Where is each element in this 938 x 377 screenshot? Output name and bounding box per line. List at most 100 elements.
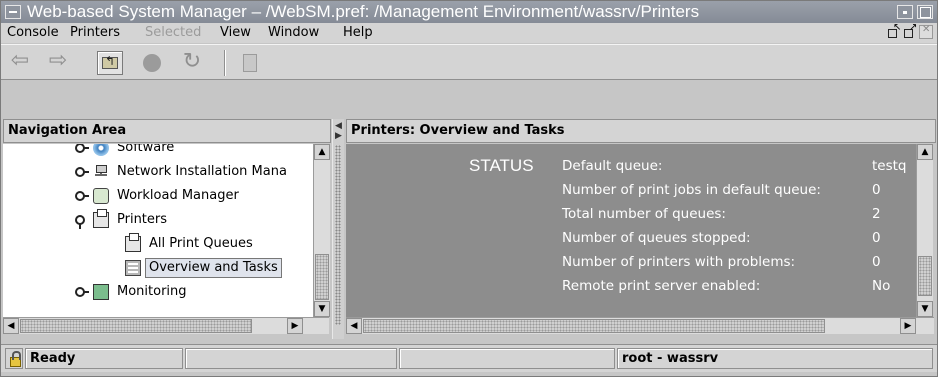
scroll-up-button[interactable]: ▲ — [917, 144, 933, 160]
tree-node-label: Printers — [117, 212, 168, 227]
scroll-thumb[interactable] — [315, 254, 329, 300]
scroll-thumb[interactable] — [918, 256, 932, 296]
status-value: testq — [872, 158, 907, 174]
expand-icon[interactable] — [75, 191, 89, 201]
tree-node-software[interactable]: Software — [3, 144, 311, 159]
workload-manager-icon — [93, 188, 109, 204]
printer-icon — [93, 209, 109, 228]
up-level-button[interactable] — [97, 51, 123, 75]
navigation-vertical-scrollbar[interactable]: ▲ ▼ — [313, 144, 330, 317]
status-key: Number of queues stopped: — [562, 230, 751, 246]
expand-icon[interactable] — [75, 287, 89, 297]
tree-node-workload-manager[interactable]: Workload Manager — [3, 185, 311, 207]
menu-selected[interactable]: Selected — [145, 25, 201, 40]
scroll-down-button[interactable]: ▼ — [314, 301, 330, 317]
scroll-right-button[interactable]: ▶ — [900, 318, 916, 334]
toolbar: ⇦ ⇨ ↻ — [1, 44, 937, 80]
right-arrow-icon: ⇨ — [48, 48, 68, 73]
status-key: Remote print server enabled: — [562, 278, 761, 294]
user-host-label: root - wassrv — [617, 348, 933, 369]
menu-window[interactable]: Window — [268, 25, 319, 40]
splitter-grip[interactable] — [335, 145, 341, 325]
tree-node-monitoring[interactable]: Monitoring — [3, 281, 311, 303]
websm-window: Web-based System Manager – /WebSM.pref: … — [0, 0, 938, 377]
tree-node-label: Monitoring — [117, 284, 187, 299]
tree-node-label-selected: Overview and Tasks — [145, 258, 282, 278]
scroll-left-button[interactable]: ◀ — [3, 318, 19, 334]
status-field-empty-2 — [399, 348, 615, 369]
tile-right-icon[interactable] — [903, 22, 917, 39]
status-key: Number of print jobs in default queue: — [562, 182, 821, 198]
properties-icon — [243, 54, 257, 72]
tile-left-icon[interactable] — [887, 22, 901, 39]
forward-button[interactable]: ⇨ — [45, 48, 71, 75]
toolbar-separator — [224, 50, 226, 76]
lock-icon — [5, 348, 23, 369]
scroll-thumb[interactable] — [20, 319, 252, 333]
window-menu-icon[interactable] — [5, 5, 21, 19]
status-text: Ready — [25, 348, 183, 369]
status-row: Total number of queues: 2 — [562, 203, 912, 225]
menu-bar: Console Printers Selected View Window He… — [1, 22, 937, 43]
status-row: Number of printers with problems: 0 — [562, 251, 912, 273]
window-title: Web-based System Manager – /WebSM.pref: … — [27, 2, 700, 21]
collapse-icon[interactable] — [75, 215, 85, 229]
title-bar[interactable]: Web-based System Manager – /WebSM.pref: … — [1, 1, 937, 23]
tree-node-overview-and-tasks[interactable]: Overview and Tasks — [3, 257, 311, 279]
menu-printers[interactable]: Printers — [70, 25, 120, 40]
folder-up-icon — [102, 54, 118, 69]
status-key: Default queue: — [562, 158, 663, 174]
expand-icon[interactable] — [75, 144, 89, 153]
collapse-left-icon[interactable]: ◀ — [335, 121, 342, 131]
expand-icon[interactable] — [75, 167, 89, 177]
left-arrow-icon: ⇦ — [10, 48, 30, 73]
status-row: Default queue: testq — [562, 155, 912, 177]
status-key: Number of printers with problems: — [562, 254, 796, 270]
navigation-tree: Software Network Installation Mana Workl… — [3, 144, 313, 317]
menu-console[interactable]: Console — [7, 25, 59, 40]
tree-node-printers[interactable]: Printers — [3, 209, 311, 231]
menu-help[interactable]: Help — [343, 25, 373, 40]
maximize-button[interactable] — [917, 5, 933, 19]
main-horizontal-scrollbar[interactable]: ◀ ▶ — [346, 317, 934, 334]
network-install-icon — [93, 164, 109, 180]
expand-right-icon[interactable]: ▶ — [335, 131, 342, 141]
status-value: 0 — [872, 254, 881, 270]
status-field-empty — [185, 348, 397, 369]
tree-node-label: Network Installation Mana — [117, 164, 287, 179]
tree-node-label: All Print Queues — [149, 236, 253, 251]
menu-view[interactable]: View — [220, 25, 251, 40]
status-key: Total number of queues: — [562, 206, 726, 222]
tree-node-label: Workload Manager — [117, 188, 239, 203]
status-row: Number of print jobs in default queue: 0 — [562, 179, 912, 201]
main-panel-header: Printers: Overview and Tasks — [346, 119, 936, 143]
navigation-area-header: Navigation Area — [3, 119, 331, 143]
overview-icon — [125, 260, 141, 276]
scroll-thumb[interactable] — [363, 319, 825, 333]
scroll-up-button[interactable]: ▲ — [314, 144, 330, 160]
printers-overview-panel: STATUS Default queue: testq Number of pr… — [346, 144, 916, 317]
navigation-horizontal-scrollbar[interactable]: ◀ ▶ — [3, 317, 329, 334]
back-button[interactable]: ⇦ — [7, 48, 33, 75]
scroll-right-button[interactable]: ▶ — [287, 318, 303, 334]
tree-node-all-print-queues[interactable]: All Print Queues — [3, 233, 311, 255]
scroll-left-button[interactable]: ◀ — [346, 318, 362, 334]
tree-node-network-installation[interactable]: Network Installation Mana — [3, 161, 311, 183]
window-tile-controls — [887, 22, 933, 39]
refresh-button[interactable]: ↻ — [179, 51, 205, 75]
main-vertical-scrollbar[interactable]: ▲ ▼ — [916, 144, 933, 317]
status-value: No — [872, 278, 891, 294]
printer-icon — [125, 233, 141, 252]
gear-icon — [93, 144, 109, 156]
pane-splitter[interactable]: ◀ ▶ — [332, 119, 344, 339]
monitor-icon — [93, 284, 109, 300]
status-value: 0 — [872, 182, 881, 198]
stop-button[interactable] — [139, 51, 165, 75]
refresh-icon: ↻ — [182, 49, 202, 74]
status-heading: STATUS — [469, 156, 534, 175]
properties-button[interactable] — [237, 51, 263, 75]
stop-icon — [143, 54, 161, 72]
scroll-down-button[interactable]: ▼ — [917, 301, 933, 317]
minimize-button[interactable] — [897, 5, 913, 19]
close-pane-icon[interactable] — [919, 24, 933, 39]
